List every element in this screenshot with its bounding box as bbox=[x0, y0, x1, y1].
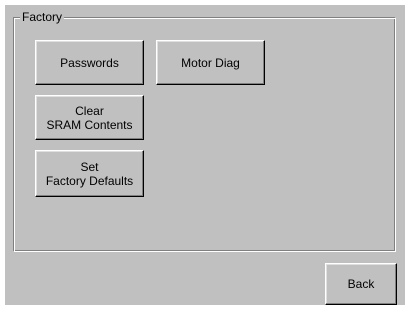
clear-sram-contents-button[interactable]: Clear SRAM Contents bbox=[35, 95, 144, 140]
factory-window: Factory Passwords Motor Diag Clear SRAM … bbox=[5, 5, 405, 305]
set-factory-defaults-button[interactable]: Set Factory Defaults bbox=[35, 150, 144, 197]
groupbox-title: Factory bbox=[20, 9, 65, 25]
passwords-button[interactable]: Passwords bbox=[35, 40, 144, 85]
motor-diag-button[interactable]: Motor Diag bbox=[156, 40, 265, 85]
back-button[interactable]: Back bbox=[325, 263, 397, 305]
